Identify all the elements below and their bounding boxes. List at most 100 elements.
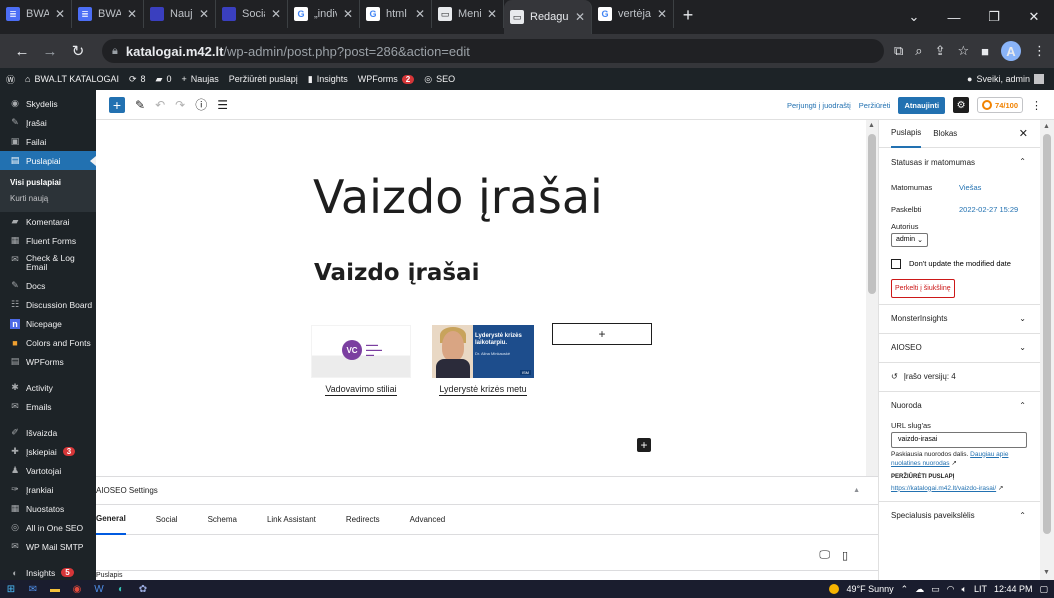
- sidebar-item-plugins[interactable]: ✚ Įskiepiai 3: [0, 442, 96, 461]
- permalink-link[interactable]: https://katalogai.m42.lt/vaizdo-irasai/: [891, 485, 996, 492]
- chevron-up-icon[interactable]: ⌃: [1019, 157, 1026, 166]
- tab-close-icon[interactable]: ✕: [343, 7, 353, 21]
- profile-avatar[interactable]: A: [1001, 41, 1021, 61]
- gallery-add-button[interactable]: +: [552, 323, 652, 345]
- breadcrumb[interactable]: Puslapis: [96, 570, 878, 580]
- browser-tab[interactable]: Gvertėjas - ✕: [592, 0, 674, 28]
- chevron-up-icon[interactable]: ⌃: [1019, 401, 1026, 410]
- gallery-caption[interactable]: Lyderystė krizės metu: [439, 384, 527, 396]
- canvas-scrollbar[interactable]: ▲: [866, 120, 878, 476]
- aioseo-tab-redirects[interactable]: Redirects: [346, 505, 380, 535]
- scroll-up-icon[interactable]: ▲: [868, 122, 875, 129]
- aioseo-panel-header[interactable]: AIOSEO Settings ▲: [96, 477, 878, 505]
- browser-tab[interactable]: ▭ Meniu ‹ B ✕: [432, 0, 504, 28]
- page-title[interactable]: Vaizdo įrašai: [313, 170, 603, 224]
- gallery-caption[interactable]: Vadovavimo stiliai: [325, 384, 397, 396]
- move-to-trash-button[interactable]: Perkelti į šiukšlinę: [891, 278, 955, 298]
- visibility-value[interactable]: Viešas: [959, 183, 981, 192]
- adminbar-comments[interactable]: ▰ 0: [156, 74, 172, 85]
- tab-close-icon[interactable]: ✕: [271, 7, 281, 21]
- aioseo-tab-schema[interactable]: Schema: [208, 505, 237, 535]
- sidebar-item-mail[interactable]: ✉ Check & Log Email: [0, 250, 96, 276]
- minimize-button[interactable]: —: [934, 10, 974, 25]
- forward-button[interactable]: →: [36, 43, 64, 60]
- browser-tab[interactable]: ≣ BWA.LT ✕: [72, 0, 144, 28]
- sidebar-item-dashboard[interactable]: ◉ Skydelis: [0, 94, 96, 113]
- cloud-icon[interactable]: ☁: [915, 584, 924, 595]
- tab-close-icon[interactable]: ✕: [415, 7, 425, 21]
- sidebar-item-insights[interactable]: ◐ Insights 5: [0, 563, 96, 580]
- browser-tab[interactable]: G „individu ✕: [288, 0, 360, 28]
- published-value[interactable]: 2022-02-27 15:29: [959, 205, 1018, 214]
- adminbar-wpforms[interactable]: WPForms 2: [358, 74, 415, 84]
- desktop-preview-icon[interactable]: 🖵︎: [819, 549, 830, 562]
- panel-title[interactable]: MonsterInsights: [879, 305, 1040, 333]
- adminbar-site[interactable]: ⌂ BWA.LT KATALOGAI: [25, 74, 119, 84]
- sidebar-item-docs[interactable]: ✎ Docs: [0, 276, 96, 295]
- chrome-menu-icon[interactable]: ⋮: [1033, 43, 1046, 59]
- notifications-icon[interactable]: ▢: [1039, 584, 1048, 595]
- language-indicator[interactable]: LIT: [974, 584, 987, 594]
- clock[interactable]: 12:44 PM: [994, 584, 1033, 594]
- gallery-thumbnail-2[interactable]: Lyderystė krizės laikotarpiu. Dr. Alina …: [432, 325, 534, 378]
- panel-title[interactable]: Statusas ir matomumas: [879, 148, 1040, 176]
- tray-chevron-icon[interactable]: ⌃: [901, 584, 909, 595]
- app-icon[interactable]: ✿: [132, 580, 154, 598]
- new-tab-button[interactable]: +: [674, 5, 702, 26]
- browser-tab[interactable]: Naujienos ✕: [144, 0, 216, 28]
- submenu-item[interactable]: Kurti naują: [0, 190, 96, 206]
- browser-tab[interactable]: Ghtml pictu ✕: [360, 0, 432, 28]
- volume-icon[interactable]: 🔈︎: [962, 584, 967, 595]
- chevron-up-icon[interactable]: ⌃: [1019, 511, 1026, 520]
- adminbar-view-page[interactable]: Peržiūrėti puslapį: [229, 74, 298, 84]
- url-input[interactable]: 🔒︎ katalogai.m42.lt /wp-admin/post.php?p…: [102, 39, 884, 63]
- back-button[interactable]: ←: [8, 43, 36, 60]
- sidebar-item-appearance[interactable]: ✐ Išvaizda: [0, 423, 96, 442]
- scrollbar-thumb[interactable]: [1043, 134, 1051, 534]
- edge-icon[interactable]: ◐: [110, 580, 132, 598]
- heading-block[interactable]: Vaizdo įrašai: [314, 260, 479, 286]
- aioseo-tab-general[interactable]: General: [96, 505, 126, 535]
- tab-search-icon[interactable]: ⌄: [894, 9, 934, 25]
- tab-close-icon[interactable]: ✕: [199, 7, 209, 21]
- sidebar-item-wpforms[interactable]: ▤ WPForms: [0, 352, 96, 371]
- adminbar-howdy[interactable]: ● Sveiki, admin: [967, 74, 1044, 84]
- update-button[interactable]: Atnaujinti: [898, 96, 946, 114]
- gallery-item[interactable]: Lyderystė krizės laikotarpiu. Dr. Alina …: [432, 325, 534, 396]
- gallery-thumbnail-1[interactable]: VC ▬▬▬ ▬▬▬▬ ▬▬: [311, 325, 411, 378]
- sidebar-item-media[interactable]: ▣ Failai: [0, 132, 96, 151]
- checkbox-box[interactable]: [891, 258, 901, 269]
- adminbar-updates[interactable]: ⟳ 8: [129, 74, 146, 85]
- collapse-icon[interactable]: ▲: [853, 487, 860, 494]
- file-explorer-icon[interactable]: ▬: [44, 580, 66, 598]
- mail-app-icon[interactable]: ✉: [22, 580, 44, 598]
- sidepanel-icon[interactable]: ■: [981, 44, 989, 59]
- sidebar-item-activity[interactable]: ✱ Activity: [0, 378, 96, 397]
- aioseo-tab-social[interactable]: Social: [156, 505, 178, 535]
- settings-gear-icon[interactable]: ⚙: [953, 97, 970, 113]
- options-icon[interactable]: ⋮: [1031, 99, 1042, 112]
- redo-icon[interactable]: ↷: [175, 98, 185, 112]
- undo-icon[interactable]: ↶: [155, 98, 165, 112]
- adminbar-seo[interactable]: ◎ SEO: [424, 74, 455, 85]
- author-select[interactable]: admin ⌄: [891, 232, 928, 247]
- browser-tab[interactable]: Socialinis ✕: [216, 0, 288, 28]
- revisions-link[interactable]: ↺ Įrašo versijų: 4: [879, 363, 1040, 391]
- sidebar-item-tools[interactable]: ✑ Įrankiai: [0, 480, 96, 499]
- sidebar-item-board[interactable]: ☷ Discussion Board: [0, 295, 96, 314]
- panel-title[interactable]: AIOSEO: [879, 334, 1040, 362]
- start-icon[interactable]: ⊞: [0, 580, 22, 598]
- tab-close-icon[interactable]: ✕: [55, 7, 65, 21]
- chrome-icon[interactable]: ◉: [66, 580, 88, 598]
- chevron-down-icon[interactable]: ⌄: [1019, 314, 1026, 323]
- chevron-down-icon[interactable]: ⌄: [1019, 343, 1026, 352]
- browser-tab[interactable]: ≣ BWA.LT - ✕: [0, 0, 72, 28]
- sidebar-item-smtp[interactable]: ✉ WP Mail SMTP: [0, 537, 96, 556]
- bookmark-star-icon[interactable]: ☆: [957, 43, 969, 59]
- tab-close-icon[interactable]: ✕: [575, 10, 585, 24]
- sidebar-item-nicepage[interactable]: n Nicepage: [0, 314, 96, 333]
- block-inserter-button[interactable]: +: [109, 96, 125, 113]
- weather-text[interactable]: 49°F Sunny: [846, 584, 893, 594]
- wp-logo-icon[interactable]: Ⓦ: [6, 73, 15, 86]
- info-icon[interactable]: ⓘ: [195, 96, 207, 113]
